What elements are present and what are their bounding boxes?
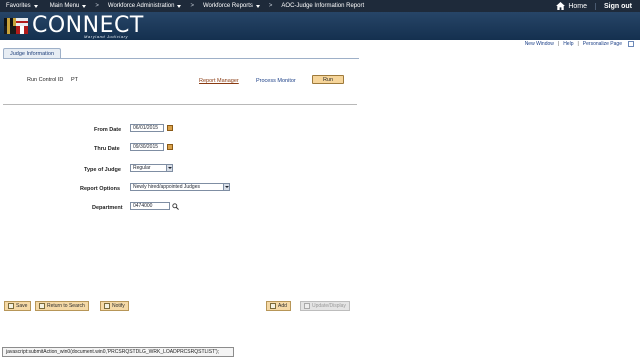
home-label: Home bbox=[568, 2, 587, 10]
breadcrumb-judge-information-report[interactable]: AOC-Judge Information Report bbox=[275, 3, 370, 9]
from-date-field[interactable]: 06/01/2015 bbox=[130, 124, 164, 132]
return-to-search-label: Return to Search bbox=[47, 303, 85, 309]
report-manager-link[interactable]: Report Manager bbox=[199, 78, 239, 84]
chevron-down-icon bbox=[33, 4, 38, 8]
favorites-menu[interactable]: Favorites bbox=[0, 3, 44, 9]
sign-out-link[interactable]: Sign out bbox=[595, 2, 640, 10]
calendar-icon[interactable] bbox=[167, 125, 173, 131]
report-options-value: Newly hired/appointed Judges bbox=[133, 184, 200, 190]
return-to-search-button[interactable]: Return to Search bbox=[35, 301, 89, 311]
update-display-label: Update/Display bbox=[312, 303, 346, 309]
tab-underline bbox=[3, 58, 359, 59]
tab-judge-information[interactable]: Judge Information bbox=[3, 48, 62, 58]
dropdown-arrow-icon bbox=[223, 184, 229, 190]
save-label: Save bbox=[16, 303, 28, 309]
favorites-label: Favorites bbox=[6, 3, 31, 9]
browser-status-bar: javascript:submitAction_win0(document.wi… bbox=[2, 347, 234, 357]
brand-header: CONNECT Maryland Judiciary bbox=[0, 12, 640, 40]
save-button[interactable]: Save bbox=[4, 301, 32, 311]
run-control-id-label: Run Control ID bbox=[27, 77, 64, 83]
department-label: Department bbox=[92, 205, 123, 211]
lookup-search-icon[interactable] bbox=[172, 203, 179, 210]
type-of-judge-label: Type of Judge bbox=[84, 167, 121, 173]
breadcrumb-label: AOC-Judge Information Report bbox=[281, 3, 365, 9]
notify-button[interactable]: Notify bbox=[100, 301, 129, 311]
dropdown-arrow-icon bbox=[166, 165, 172, 171]
report-options-select[interactable]: Newly hired/appointed Judges bbox=[130, 183, 230, 191]
type-of-judge-value: Regular bbox=[133, 165, 151, 171]
notify-label: Notify bbox=[112, 303, 125, 309]
calendar-icon[interactable] bbox=[167, 144, 173, 150]
link-separator: | bbox=[577, 41, 579, 47]
breadcrumb-workforce-reports[interactable]: Workforce Reports bbox=[197, 3, 266, 9]
breadcrumb-label: Workforce Reports bbox=[203, 3, 253, 9]
personalize-page-link[interactable]: Personalize Page bbox=[583, 41, 622, 47]
main-menu[interactable]: Main Menu bbox=[44, 3, 93, 9]
tab-label: Judge Information bbox=[10, 50, 55, 57]
update-display-button[interactable]: Update/Display bbox=[300, 301, 350, 311]
thru-date-field[interactable]: 09/30/2015 bbox=[130, 143, 164, 151]
section-divider bbox=[3, 104, 357, 105]
notify-icon bbox=[104, 303, 110, 309]
utility-links: New Window | Help | Personalize Page bbox=[525, 41, 634, 47]
add-label: Add bbox=[278, 303, 287, 309]
help-link[interactable]: Help bbox=[563, 41, 573, 47]
run-button[interactable]: Run bbox=[312, 75, 344, 84]
type-of-judge-select[interactable]: Regular bbox=[130, 164, 173, 172]
from-date-label: From Date bbox=[94, 127, 122, 133]
report-options-label: Report Options bbox=[80, 186, 121, 192]
breadcrumb-separator: > bbox=[268, 3, 273, 9]
save-icon bbox=[8, 303, 14, 309]
main-menu-label: Main Menu bbox=[49, 3, 80, 9]
add-button[interactable]: Add bbox=[266, 301, 291, 311]
page-options-icon[interactable] bbox=[628, 41, 634, 47]
breadcrumb-separator: > bbox=[190, 3, 194, 9]
chevron-down-icon bbox=[255, 4, 260, 8]
chevron-down-icon bbox=[177, 4, 182, 8]
department-field[interactable]: 0474000 bbox=[130, 202, 170, 210]
maryland-flag-logo-icon bbox=[4, 18, 28, 34]
new-window-link[interactable]: New Window bbox=[525, 41, 554, 47]
process-monitor-link[interactable]: Process Monitor bbox=[256, 78, 296, 84]
link-separator: | bbox=[557, 41, 560, 47]
home-link[interactable]: Home bbox=[548, 2, 595, 10]
home-icon bbox=[556, 2, 566, 10]
thru-date-label: Thru Date bbox=[94, 146, 120, 152]
update-display-icon bbox=[304, 303, 310, 309]
return-to-search-icon bbox=[39, 303, 45, 309]
breadcrumb-label: Workforce Administration bbox=[107, 3, 175, 9]
top-menu-bar: Favorites Main Menu > Workforce Administ… bbox=[0, 0, 640, 12]
chevron-down-icon bbox=[82, 4, 87, 8]
brand-subtitle: Maryland Judiciary bbox=[84, 34, 129, 39]
breadcrumb-separator: > bbox=[95, 3, 99, 9]
breadcrumb-workforce-administration[interactable]: Workforce Administration bbox=[102, 3, 188, 9]
add-icon bbox=[270, 303, 276, 309]
run-control-id-value: PT bbox=[71, 77, 79, 83]
